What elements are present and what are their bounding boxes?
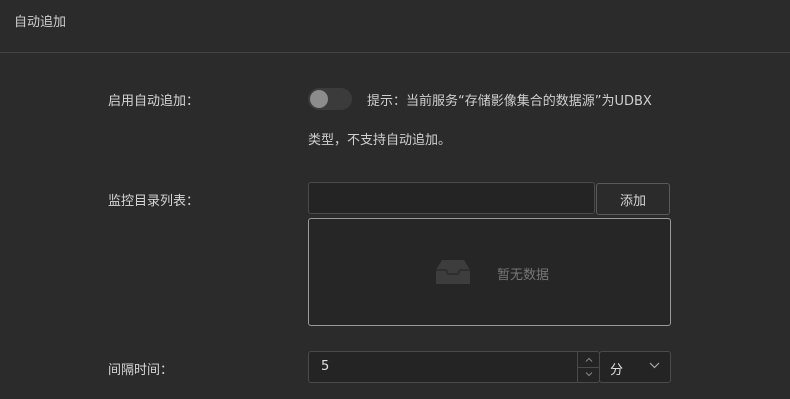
- empty-text: 暂无数据: [497, 268, 550, 283]
- step-down-button[interactable]: [578, 367, 599, 382]
- interval-label: 间隔时间：: [108, 363, 174, 378]
- section-title: 自动追加: [14, 15, 67, 30]
- monitor-dir-input[interactable]: [308, 182, 595, 214]
- interval-value: 5: [321, 359, 330, 374]
- auto-append-toggle[interactable]: [308, 88, 352, 110]
- interval-stepper: [577, 352, 599, 382]
- auto-append-label: 启用自动追加：: [108, 94, 200, 109]
- step-up-button[interactable]: [578, 352, 599, 368]
- toggle-knob: [310, 90, 328, 108]
- empty-inbox-icon: [436, 260, 470, 284]
- chevron-down-icon: [585, 372, 592, 377]
- monitor-dir-list: 暂无数据: [308, 218, 671, 326]
- hint-text-line2: 类型，不支持自动追加。: [308, 133, 452, 148]
- chevron-up-icon: [585, 357, 592, 362]
- hint-text-line1: 提示：当前服务“存储影像集合的数据源”为UDBX: [367, 94, 652, 109]
- monitor-dir-label: 监控目录列表：: [108, 194, 200, 209]
- interval-unit-select[interactable]: 分: [599, 351, 671, 383]
- add-button[interactable]: 添加: [596, 183, 670, 215]
- chevron-down-icon: [649, 362, 660, 369]
- section-header: 自动追加: [0, 0, 790, 53]
- interval-unit-value: 分: [610, 363, 624, 378]
- interval-number-input[interactable]: 5: [308, 351, 600, 383]
